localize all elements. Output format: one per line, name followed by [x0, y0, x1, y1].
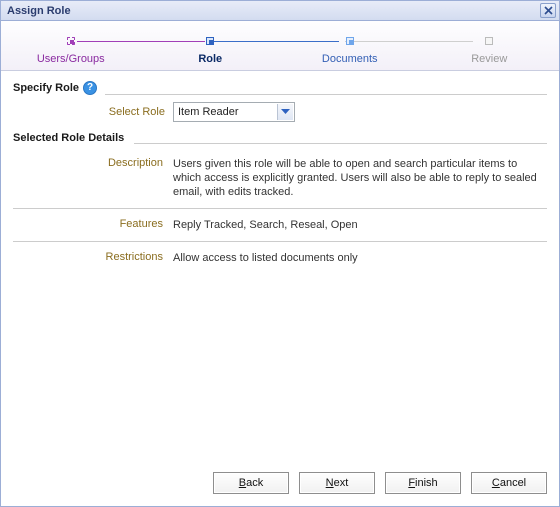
dialog-footer: Back Next Finish Cancel: [1, 470, 559, 506]
detail-label: Description: [13, 157, 173, 199]
wizard-step-label: Role: [141, 53, 281, 65]
close-button[interactable]: [540, 3, 556, 18]
dialog-body: Specify Role ? Select Role Item Reader S…: [1, 71, 559, 470]
wizard-track: [345, 41, 473, 42]
wizard-step-icon: [485, 37, 493, 45]
wizard-step-label: Review: [420, 53, 560, 65]
help-icon[interactable]: ?: [83, 81, 97, 95]
dialog-title: Assign Role: [7, 5, 540, 17]
wizard-track: [77, 41, 205, 42]
close-icon: [544, 6, 553, 15]
section-title: Selected Role Details: [13, 132, 124, 144]
chevron-down-icon: [277, 104, 293, 120]
detail-row-features: Features Reply Tracked, Search, Reseal, …: [13, 213, 547, 237]
back-button[interactable]: Back: [213, 472, 289, 494]
detail-value: Users given this role will be able to op…: [173, 157, 547, 199]
select-role-dropdown[interactable]: Item Reader: [173, 102, 295, 122]
wizard-step-icon: [346, 37, 354, 45]
section-title: Specify Role: [13, 82, 79, 94]
finish-button[interactable]: Finish: [385, 472, 461, 494]
wizard-step-icon: [206, 37, 214, 45]
section-rule: [105, 87, 547, 95]
wizard-step-icon: [67, 37, 75, 45]
detail-row-description: Description Users given this role will b…: [13, 152, 547, 204]
assign-role-dialog: Assign Role Users/Groups Role Documents: [0, 0, 560, 507]
detail-separator: [13, 208, 547, 209]
cancel-button[interactable]: Cancel: [471, 472, 547, 494]
wizard-step-label: Users/Groups: [1, 53, 141, 65]
detail-separator: [13, 241, 547, 242]
wizard-header: Users/Groups Role Documents Review: [1, 21, 559, 71]
select-role-row: Select Role Item Reader: [13, 102, 547, 122]
detail-value: Allow access to listed documents only: [173, 251, 547, 265]
detail-label: Features: [13, 218, 173, 232]
role-details: Description Users given this role will b…: [13, 152, 547, 270]
detail-label: Restrictions: [13, 251, 173, 265]
wizard-track: [211, 41, 339, 42]
section-specify-role: Specify Role ?: [13, 81, 547, 95]
select-role-label: Select Role: [13, 106, 173, 118]
select-role-value: Item Reader: [178, 106, 239, 118]
detail-value: Reply Tracked, Search, Reseal, Open: [173, 218, 547, 232]
section-rule: [134, 136, 547, 144]
title-bar: Assign Role: [1, 1, 559, 21]
wizard-step-label: Documents: [280, 53, 420, 65]
next-button[interactable]: Next: [299, 472, 375, 494]
detail-row-restrictions: Restrictions Allow access to listed docu…: [13, 246, 547, 270]
section-selected-role-details: Selected Role Details: [13, 132, 547, 144]
